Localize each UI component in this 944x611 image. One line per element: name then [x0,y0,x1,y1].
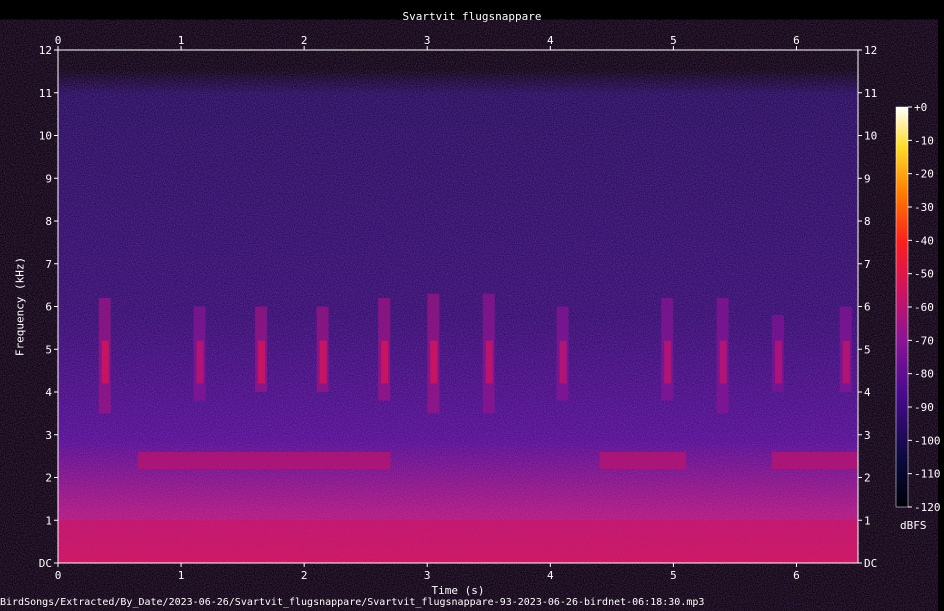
spectrogram-noise [58,69,858,564]
colorbar-tick-label: -110 [914,468,941,481]
harmonic-band [771,451,858,469]
y-tick-label-left: 6 [45,301,52,314]
x-tick-label-top: 4 [547,34,554,47]
y-tick-label-right: DC [864,557,877,570]
harmonic-band [599,451,686,469]
y-tick-label-left: 4 [45,386,52,399]
y-tick-label-left: 7 [45,258,52,271]
colorbar-tick-label: -60 [914,301,934,314]
y-tick-label-left: DC [39,557,52,570]
colorbar-tick-label: -20 [914,168,934,181]
y-tick-label-right: 12 [864,44,877,57]
colorbar-tick-label: -90 [914,401,934,414]
colorbar-tick-label: -40 [914,234,934,247]
y-tick-label-right: 1 [864,514,871,527]
song-phrase-core [485,340,493,384]
song-phrase-core [775,340,782,384]
low-frequency-band [58,520,858,563]
colorbar-tick-label: -30 [914,201,934,214]
y-tick-label-right: 6 [864,301,871,314]
colorbar-tick-label: -120 [914,501,941,514]
x-tick-label-bottom: 4 [547,569,554,582]
colorbar-tick-label: -80 [914,368,934,381]
x-tick-label-bottom: 3 [424,569,431,582]
y-tick-label-left: 3 [45,429,52,442]
y-tick-label-left: 12 [39,44,52,57]
x-tick-label-bottom: 6 [793,569,800,582]
song-phrase-core [381,340,389,384]
colorbar-tick-label: -10 [914,134,934,147]
y-tick-label-right: 5 [864,343,871,356]
harmonic-band [138,451,391,469]
song-phrase-core [101,340,109,384]
x-axis-label: Time (s) [431,584,485,597]
x-tick-label-bottom: 0 [55,569,62,582]
colorbar-tick-label: -50 [914,268,934,281]
y-tick-label-left: 1 [45,514,52,527]
x-tick-label-top: 3 [424,34,431,47]
song-phrase-core [719,340,727,384]
song-phrase-core [319,340,327,384]
x-tick-label-top: 5 [670,34,677,47]
y-tick-label-right: 8 [864,215,871,228]
x-tick-label-bottom: 2 [301,569,308,582]
y-tick-label-right: 2 [864,472,871,485]
song-phrase-core [196,340,204,384]
file-path-footer: BirdSongs/Extracted/By_Date/2023-06-26/S… [0,597,705,608]
colorbar-tick-label: +0 [914,101,927,114]
colorbar [895,106,909,508]
colorbar-unit-label: dBFS [900,519,927,532]
y-tick-label-left: 9 [45,172,52,185]
song-phrase-core [430,340,438,384]
colorbar-tick-label: -100 [914,434,941,447]
y-tick-label-right: 7 [864,258,871,271]
colorbar-tick-label: -70 [914,334,934,347]
y-tick-label-left: 11 [39,87,52,100]
song-phrase-core [258,340,266,384]
x-tick-label-top: 0 [55,34,62,47]
y-tick-label-right: 9 [864,172,871,185]
x-tick-label-bottom: 5 [670,569,677,582]
y-tick-label-left: 10 [39,130,52,143]
y-tick-label-left: 2 [45,472,52,485]
y-tick-label-right: 10 [864,130,877,143]
y-tick-label-right: 3 [864,429,871,442]
y-tick-label-right: 11 [864,87,877,100]
y-axis-label: Frequency (kHz) [13,256,27,357]
y-tick-label-right: 4 [864,386,871,399]
y-tick-label-left: 5 [45,343,52,356]
x-tick-label-top: 2 [301,34,308,47]
y-tick-label-left: 8 [45,215,52,228]
song-phrase-core [664,340,672,384]
x-tick-label-bottom: 1 [178,569,185,582]
spectrogram-chart: 00112233445566DC DC1 12 23 34 45 56 67 78 89 910 10… [39,34,941,582]
x-tick-label-top: 1 [178,34,185,47]
spectrogram-figure: Svartvit flugsnappare 0 0 1 1 2 2 3 3 4 4 5 5 6 6 DC DC… [0,0,944,611]
song-phrase-core [842,340,850,384]
x-tick-label-top: 6 [793,34,800,47]
song-phrase-core [559,340,567,384]
